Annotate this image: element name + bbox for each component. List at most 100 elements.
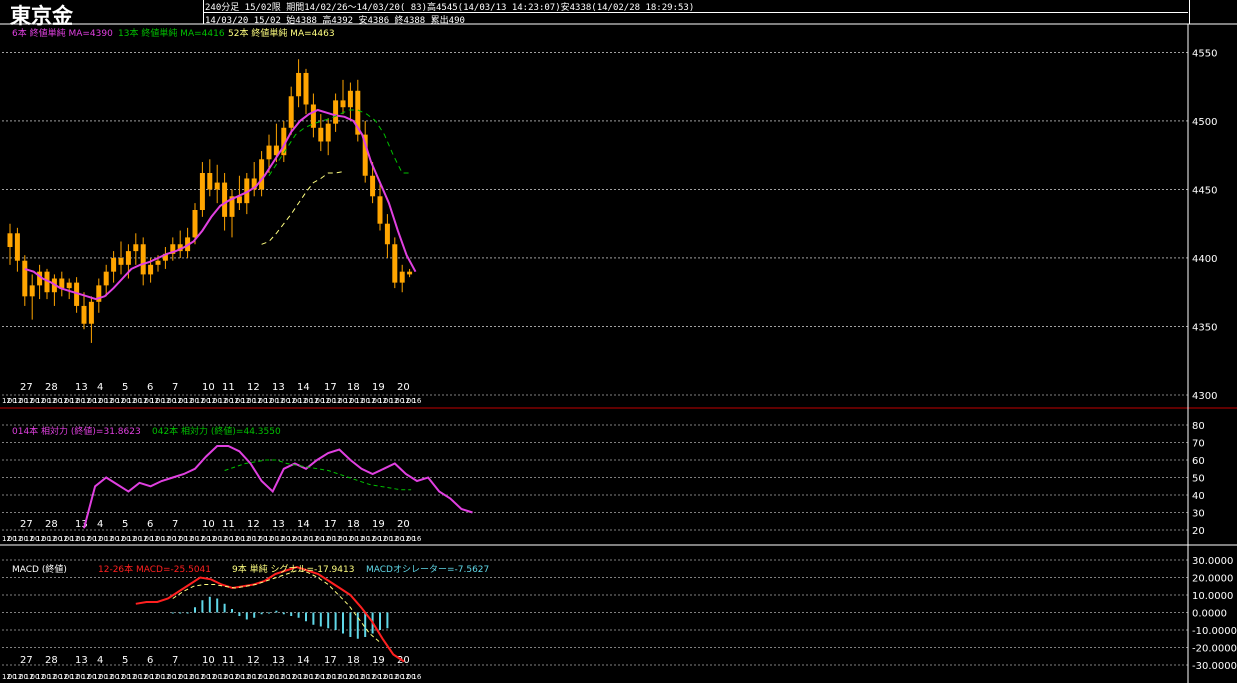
y-tick-label: 0.0000 bbox=[1192, 609, 1227, 620]
osc-bar bbox=[305, 612, 307, 622]
candle-body bbox=[29, 285, 35, 297]
legend-macd-title: MACD (終値) bbox=[12, 563, 67, 575]
y-tick-label: 4400 bbox=[1192, 254, 1217, 265]
x-date-label: 19 bbox=[372, 655, 385, 666]
candle-body bbox=[199, 173, 205, 210]
x-date-label: 14 bbox=[297, 655, 310, 666]
candle-body bbox=[207, 173, 213, 190]
x-date-label: 7 bbox=[172, 519, 178, 530]
candle-body bbox=[88, 301, 94, 324]
x-date-label: 6 bbox=[147, 655, 153, 666]
x-date-label: 11 bbox=[222, 519, 235, 530]
ma6-line bbox=[24, 108, 417, 301]
osc-bar bbox=[282, 612, 285, 615]
candle-body bbox=[259, 159, 265, 190]
x-date-label: 4 bbox=[97, 382, 103, 393]
candle-body bbox=[148, 264, 154, 275]
osc-bar bbox=[171, 612, 174, 614]
x-date-label: 18 bbox=[347, 382, 360, 393]
y-tick-label: 20 bbox=[1192, 526, 1205, 537]
x-date-label: 11 bbox=[222, 382, 235, 393]
candle-body bbox=[214, 182, 220, 190]
x-date-label: 13 bbox=[272, 519, 285, 530]
legend-rsi14: 014本 相対力 (終値)=31.8623 bbox=[12, 425, 141, 437]
osc-bar bbox=[275, 610, 278, 613]
x-date-label: 7 bbox=[172, 655, 178, 666]
candle-body bbox=[347, 90, 353, 108]
candle-body bbox=[340, 100, 346, 108]
y-tick-label: 70 bbox=[1192, 439, 1205, 450]
y-tick-label: 10.0000 bbox=[1192, 591, 1233, 602]
osc-bar bbox=[194, 607, 196, 613]
osc-bar bbox=[364, 612, 367, 637]
osc-bar bbox=[179, 612, 182, 614]
candle-body bbox=[192, 210, 198, 238]
x-date-label: 28 bbox=[45, 519, 58, 530]
x-date-label: 18 bbox=[347, 655, 360, 666]
x-date-label: 20 bbox=[397, 519, 410, 530]
osc-bar bbox=[231, 609, 233, 613]
legend-signal: 9本 単純 シグナル=-17.9413 bbox=[232, 563, 354, 575]
x-date-label: 13 bbox=[75, 655, 88, 666]
candle-body bbox=[407, 271, 413, 275]
osc-bar bbox=[216, 598, 219, 613]
legend-osc: MACDオシレーター=-7.5627 bbox=[366, 564, 489, 575]
x-date-label: 13 bbox=[272, 382, 285, 393]
x-date-label: 6 bbox=[147, 382, 153, 393]
x-date-label: 19 bbox=[372, 382, 385, 393]
osc-bar bbox=[319, 612, 322, 627]
osc-bar bbox=[268, 612, 270, 614]
rsi14-line bbox=[83, 445, 473, 529]
x-date-label: 28 bbox=[45, 655, 58, 666]
x-date-label: 12 bbox=[247, 519, 260, 530]
candle-body bbox=[392, 244, 398, 283]
candle-body bbox=[303, 72, 309, 105]
x-date-label: 14 bbox=[297, 519, 310, 530]
x-date-label: 17 bbox=[324, 655, 337, 666]
y-tick-label: 30 bbox=[1192, 509, 1205, 520]
candle-body bbox=[266, 145, 272, 160]
x-date-label: 5 bbox=[122, 382, 128, 393]
x-date-label: 10 bbox=[202, 655, 215, 666]
osc-bar bbox=[379, 612, 381, 630]
x-date-label: 11 bbox=[222, 655, 235, 666]
y-tick-label: 30.0000 bbox=[1192, 556, 1233, 567]
legend-ma52: 52本 終値単純 MA=4463 bbox=[228, 27, 335, 39]
y-tick-label: 4500 bbox=[1192, 117, 1217, 128]
candle-body bbox=[310, 104, 316, 128]
candle-body bbox=[133, 244, 139, 252]
osc-bar bbox=[223, 603, 226, 613]
y-tick-label: 50 bbox=[1192, 474, 1205, 485]
rsi42-line bbox=[224, 459, 412, 491]
x-date-label: 4 bbox=[97, 519, 103, 530]
candle-body bbox=[318, 127, 324, 142]
candle-body bbox=[125, 251, 131, 265]
x-date-label: 17 bbox=[324, 382, 337, 393]
x-date-label: 10 bbox=[202, 519, 215, 530]
x-time-label: 16 bbox=[412, 535, 421, 543]
osc-bar bbox=[312, 612, 315, 625]
x-date-label: 17 bbox=[324, 519, 337, 530]
y-tick-label: -10.0000 bbox=[1192, 626, 1237, 637]
y-tick-label: 4450 bbox=[1192, 185, 1217, 196]
candle-body bbox=[22, 260, 28, 297]
osc-bar bbox=[334, 612, 337, 630]
candle-body bbox=[325, 123, 331, 142]
candle-body bbox=[66, 282, 72, 289]
y-tick-label: 20.0000 bbox=[1192, 574, 1233, 585]
osc-bar bbox=[349, 612, 352, 637]
osc-bar bbox=[297, 612, 300, 618]
candle-body bbox=[296, 72, 302, 97]
x-date-label: 6 bbox=[147, 519, 153, 530]
candle-body bbox=[59, 278, 65, 289]
x-date-label: 28 bbox=[45, 382, 58, 393]
candle-body bbox=[103, 271, 109, 286]
osc-bar bbox=[245, 612, 248, 620]
x-date-label: 27 bbox=[20, 519, 33, 530]
candle-body bbox=[377, 196, 383, 224]
y-tick-label: 80 bbox=[1192, 421, 1205, 432]
chart-canvas[interactable]: 4300 4350 4400 4450 4500 4550 20 30 40 50 60 70 80 30… bbox=[0, 0, 1237, 683]
y-tick-label: -30.0000 bbox=[1192, 661, 1237, 672]
legend-ma13: 13本 終値単純 MA=4416 bbox=[118, 27, 225, 39]
osc-bar bbox=[238, 612, 241, 616]
